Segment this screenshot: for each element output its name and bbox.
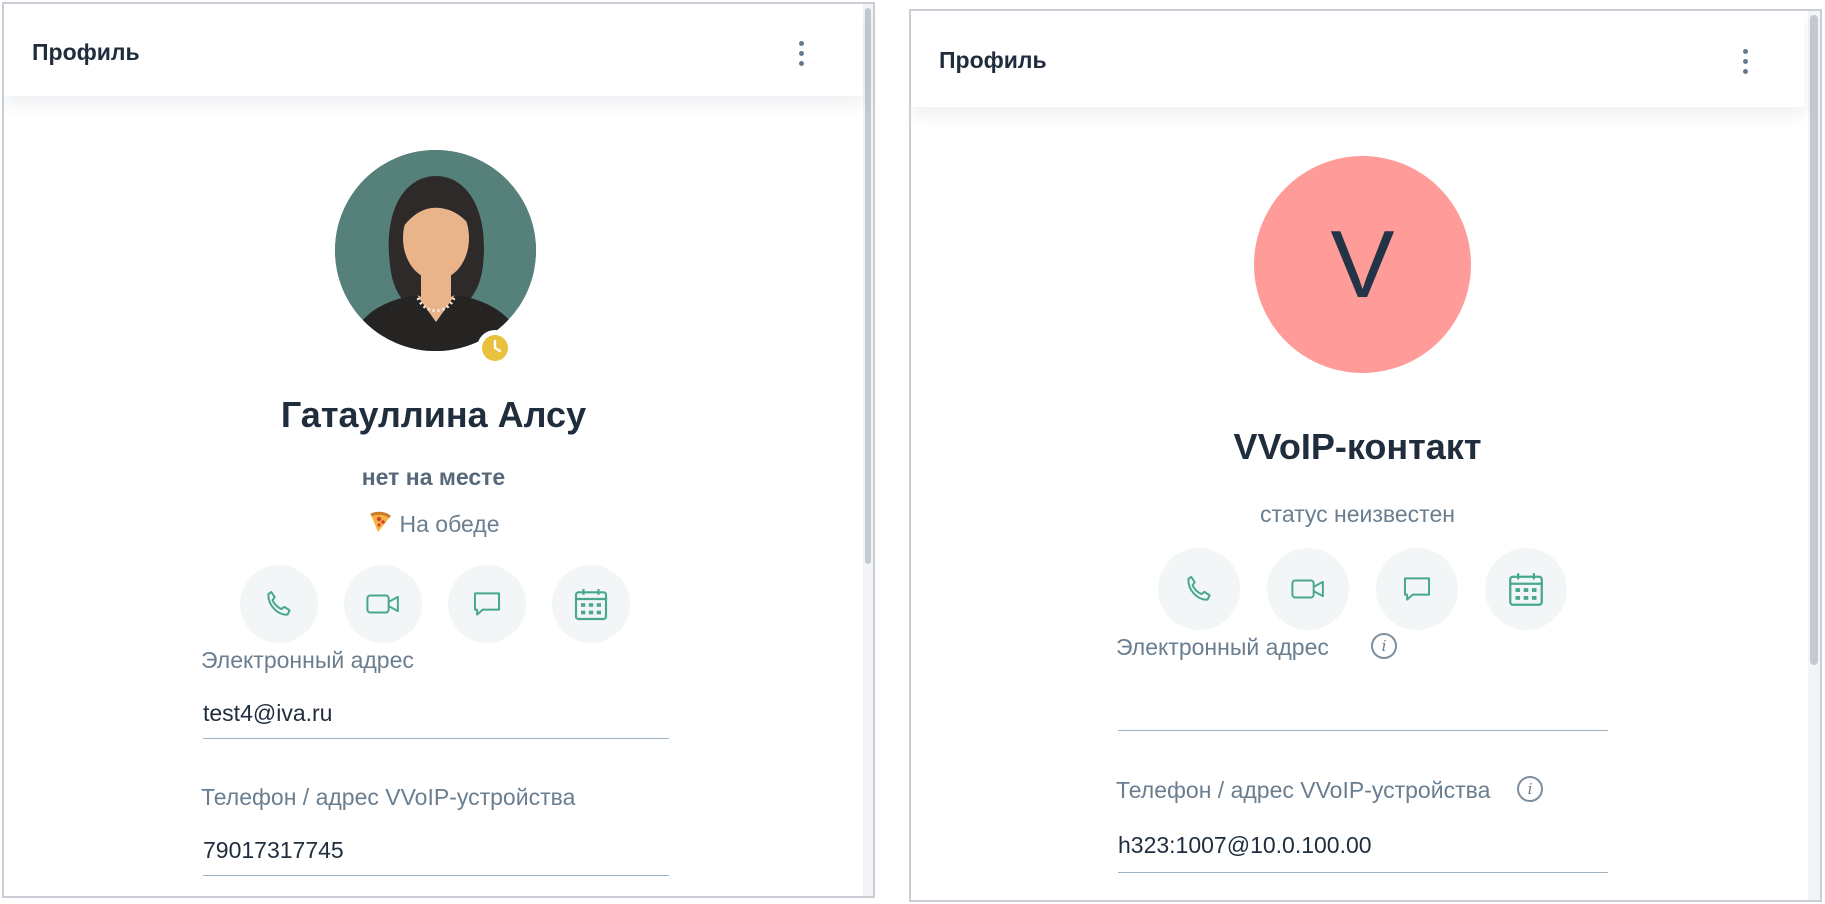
email-label: Электронный адрес [1116, 634, 1329, 660]
email-value[interactable]: test4@iva.ru [203, 700, 332, 727]
calendar-icon [1509, 573, 1543, 606]
email-underline [1118, 730, 1608, 731]
scrollbar[interactable] [863, 4, 873, 896]
video-call-button[interactable] [1267, 548, 1349, 630]
chat-icon [1403, 577, 1431, 601]
profile-header: Профиль [4, 4, 863, 96]
presence-status: статус неизвестен [1260, 501, 1455, 527]
avatar-initial: V [1330, 210, 1395, 318]
call-button[interactable] [1158, 548, 1240, 630]
avatar [335, 150, 536, 351]
custom-status: На обеде [4, 510, 863, 540]
schedule-meeting-button[interactable] [552, 565, 630, 643]
chat-button[interactable] [448, 565, 526, 643]
email-label: Электронный адрес [201, 647, 414, 673]
video-camera-icon [1291, 579, 1324, 599]
phone-value[interactable]: h323:1007@10.0.100.00 [1118, 832, 1372, 859]
schedule-meeting-button[interactable] [1485, 548, 1567, 630]
profile-panel-left: Профиль Гатауллина Алсу нет на месте На … [2, 2, 875, 898]
info-icon[interactable]: i [1517, 776, 1543, 802]
profile-panel-right: Профиль V VVoIP-контакт статус неизвесте… [909, 9, 1822, 902]
chat-button[interactable] [1376, 548, 1458, 630]
phone-underline [1118, 872, 1608, 873]
header-title: Профиль [32, 39, 140, 65]
pizza-icon [368, 510, 392, 540]
profile-header: Профиль [911, 11, 1804, 107]
custom-status-text: На обеде [399, 511, 500, 537]
contact-name: Гатауллина Алсу [280, 394, 587, 435]
chat-icon [473, 592, 501, 616]
scrollbar[interactable] [1808, 11, 1820, 900]
video-call-button[interactable] [344, 565, 422, 643]
phone-label: Телефон / адрес VVoIP-устройства [201, 784, 576, 810]
video-camera-icon [366, 594, 399, 614]
phone-underline [203, 875, 669, 876]
phone-label: Телефон / адрес VVoIP-устройства [1116, 777, 1491, 803]
phone-icon [1187, 575, 1211, 601]
header-title: Профиль [939, 47, 1047, 73]
presence-status: нет на месте [361, 464, 506, 490]
phone-value[interactable]: 79017317745 [203, 837, 344, 864]
person-avatar-icon [335, 150, 536, 351]
away-status-badge [477, 330, 513, 366]
contact-name: VVoIP-контакт [1233, 426, 1482, 467]
avatar: V [1254, 156, 1471, 373]
scrollbar-thumb[interactable] [865, 8, 871, 564]
scrollbar-thumb[interactable] [1810, 15, 1818, 665]
calendar-icon [574, 589, 608, 621]
call-button[interactable] [240, 565, 318, 643]
email-underline [203, 738, 669, 739]
clock-icon [482, 335, 508, 361]
kebab-menu-icon[interactable] [1734, 46, 1758, 78]
kebab-menu-icon[interactable] [790, 38, 814, 70]
info-icon[interactable]: i [1371, 633, 1397, 659]
phone-icon [267, 590, 291, 616]
